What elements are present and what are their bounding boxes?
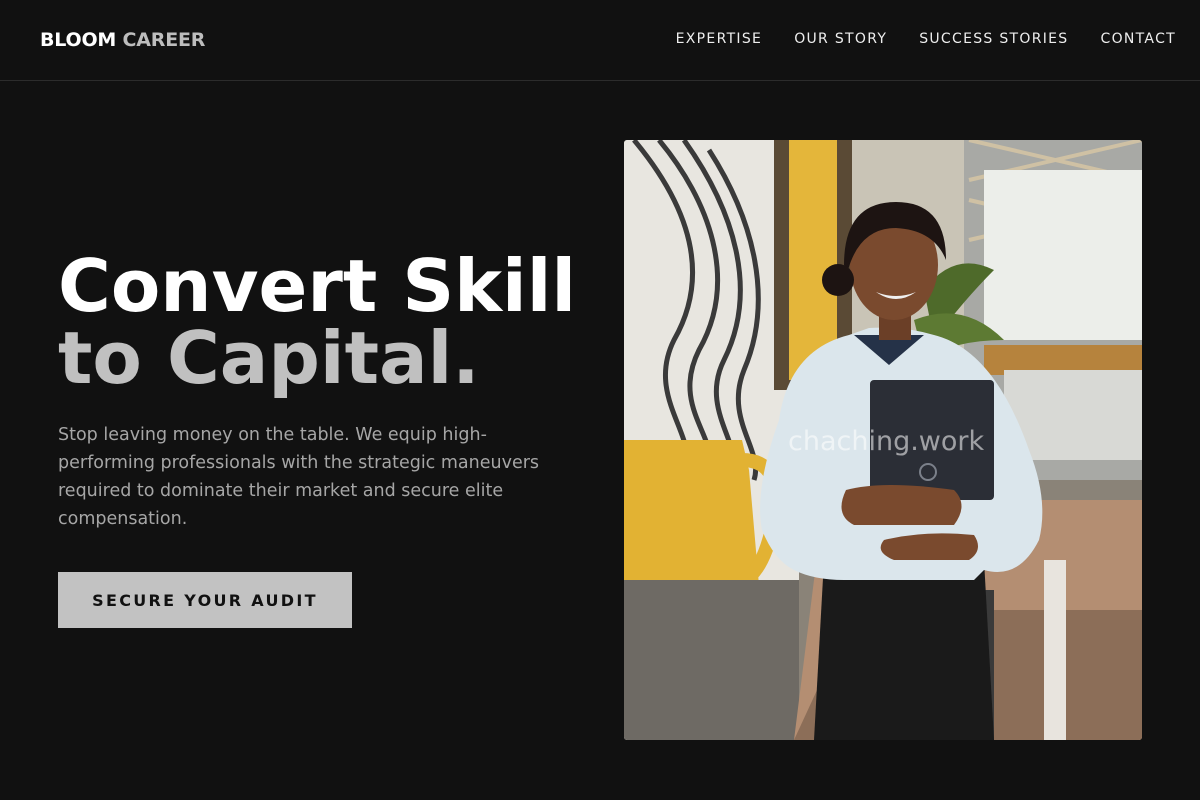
hero-subtitle: Stop leaving money on the table. We equi… xyxy=(58,425,540,529)
hero-title: Convert Skill to Capital. xyxy=(58,250,576,394)
hero-title-line-2: to Capital. xyxy=(58,316,480,400)
nav-link-contact[interactable]: CONTACT xyxy=(1101,31,1177,47)
logo[interactable]: BLOOM CAREER xyxy=(40,29,205,51)
nav-link-success-stories[interactable]: SUCCESS STORIES xyxy=(919,31,1068,47)
logo-secondary-text: CAREER xyxy=(122,29,206,51)
main-nav: EXPERTISE OUR STORY SUCCESS STORIES CONT… xyxy=(644,31,1176,47)
nav-link-expertise[interactable]: EXPERTISE xyxy=(676,31,763,47)
hero-title-line-1: Convert Skill xyxy=(58,244,577,328)
secure-audit-button[interactable]: SECURE YOUR AUDIT xyxy=(58,572,352,628)
hero-photo: chaching.work xyxy=(624,140,1142,740)
site-header: BLOOM CAREER EXPERTISE OUR STORY SUCCESS… xyxy=(0,0,1200,81)
nav-link-our-story[interactable]: OUR STORY xyxy=(794,31,887,47)
watermark-text: chaching.work xyxy=(788,426,985,457)
logo-primary-text: BLOOM xyxy=(40,29,117,51)
